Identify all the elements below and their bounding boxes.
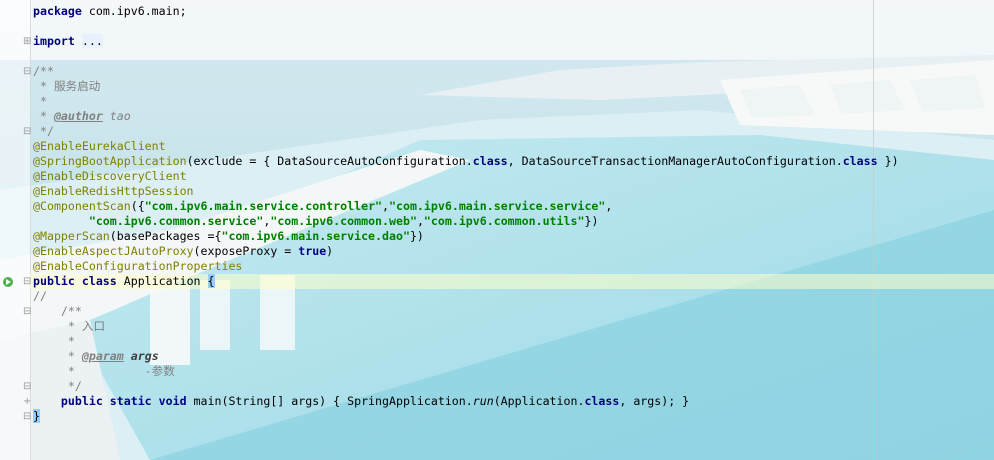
code-token: @author <box>53 109 103 123</box>
code-token: @EnableEurekaClient <box>33 139 166 153</box>
code-token: "com.ipv6.main.service.service" <box>389 199 606 213</box>
code-token: @param <box>81 349 124 363</box>
code-token: @ComponentScan <box>33 199 131 213</box>
code-token: class <box>472 154 508 168</box>
code-token: */ <box>33 124 54 138</box>
code-line[interactable]: package com.ipv6.main; <box>33 4 187 19</box>
folded-imports-toggle[interactable]: ... <box>81 34 103 48</box>
code-token: * <box>33 94 47 108</box>
code-token: (basePackages ={ <box>109 229 222 243</box>
code-token: } <box>33 409 40 423</box>
code-token: "com.ipv6.main.service.dao" <box>221 229 410 243</box>
code-line[interactable]: * @param args <box>33 349 159 364</box>
code-token: com.ipv6.main; <box>81 4 187 18</box>
code-token: (Application. <box>493 394 585 408</box>
code-line[interactable]: public class Application { <box>33 274 215 289</box>
code-token: * -参数 <box>67 364 175 378</box>
code-line[interactable]: @MapperScan(basePackages ={"com.ipv6.mai… <box>33 229 424 244</box>
code-line[interactable]: * <box>33 94 47 109</box>
code-line[interactable]: */ <box>33 124 54 139</box>
code-token: true <box>298 244 327 258</box>
code-token: { <box>207 274 215 288</box>
code-token: "com.ipv6.common.utils" <box>423 214 585 228</box>
code-line[interactable]: @EnableEurekaClient <box>33 139 166 154</box>
code-line[interactable]: @EnableRedisHttpSession <box>33 184 194 199</box>
code-line[interactable]: * 入口 <box>33 319 105 334</box>
code-token: }) <box>877 154 899 168</box>
code-token: * <box>67 334 75 348</box>
code-token: */ <box>67 379 82 393</box>
code-line[interactable]: } <box>33 409 40 424</box>
code-token: , DataSourceTransactionManagerAutoConfig… <box>507 154 843 168</box>
code-line[interactable]: * -参数 <box>33 364 175 379</box>
code-line[interactable]: public static void main(String[] args) {… <box>33 394 689 409</box>
code-token: ) <box>326 244 334 258</box>
code-token: tao <box>102 109 131 123</box>
code-line[interactable]: */ <box>33 379 82 394</box>
code-token: , <box>416 214 424 228</box>
code-line[interactable]: @EnableAspectJAutoProxy(exposeProxy = tr… <box>33 244 333 259</box>
code-token: run <box>472 394 494 408</box>
code-token: @EnableDiscoveryClient <box>33 169 187 183</box>
code-token: class <box>584 394 620 408</box>
code-token: , args); } <box>619 394 690 408</box>
code-token: * 入口 <box>67 319 106 333</box>
code-line[interactable]: /** <box>33 304 82 319</box>
code-token: @EnableRedisHttpSession <box>33 184 194 198</box>
code-line[interactable]: * 服务启动 <box>33 79 100 94</box>
code-token: @MapperScan <box>33 229 110 243</box>
code-line[interactable]: @SpringBootApplication(exclude = { DataS… <box>33 154 899 169</box>
code-line[interactable]: * @author tao <box>33 109 131 124</box>
code-line[interactable]: * <box>33 334 75 349</box>
code-token: (exclude = { DataSourceAutoConfiguration… <box>186 154 473 168</box>
code-token: }) <box>584 214 599 228</box>
code-token: // <box>33 289 47 303</box>
code-token: , <box>382 199 390 213</box>
code-token: * <box>33 109 54 123</box>
code-token: "com.ipv6.common.web" <box>270 214 417 228</box>
code-token: @SpringBootApplication <box>33 154 187 168</box>
code-token: @EnableConfigurationProperties <box>33 259 243 273</box>
code-token: @EnableAspectJAutoProxy <box>33 244 194 258</box>
code-token: (exposeProxy = <box>193 244 299 258</box>
code-line[interactable]: @EnableDiscoveryClient <box>33 169 187 184</box>
code-line[interactable]: import ... <box>33 34 103 49</box>
code-token: Application <box>116 274 208 288</box>
code-token: /** <box>33 64 54 78</box>
code-token: "com.ipv6.common.service" <box>88 214 264 228</box>
code-token: public static void <box>60 394 187 408</box>
code-token: main(String[] args) { SpringApplication. <box>186 394 473 408</box>
code-token: ({ <box>130 199 145 213</box>
code-line[interactable]: /** <box>33 64 54 79</box>
code-token: args <box>130 349 159 363</box>
code-token: /** <box>60 304 82 318</box>
code-token: "com.ipv6.main.service.controller" <box>144 199 383 213</box>
code-line[interactable]: "com.ipv6.common.service","com.ipv6.comm… <box>33 214 599 229</box>
code-token: package <box>33 4 82 18</box>
code-line[interactable]: @EnableConfigurationProperties <box>33 259 242 274</box>
code-line[interactable]: @ComponentScan({"com.ipv6.main.service.c… <box>33 199 612 214</box>
code-line[interactable]: // <box>33 289 47 304</box>
code-token: public class <box>33 274 117 288</box>
code-token: * <box>67 349 82 363</box>
code-token: import <box>33 34 75 48</box>
code-token: }) <box>409 229 424 243</box>
code-editor[interactable]: package com.ipv6.main; import ... /** * 服务… <box>0 0 994 460</box>
code-token: * 服务启动 <box>33 79 101 93</box>
code-token: class <box>842 154 878 168</box>
code-token: , <box>605 199 613 213</box>
